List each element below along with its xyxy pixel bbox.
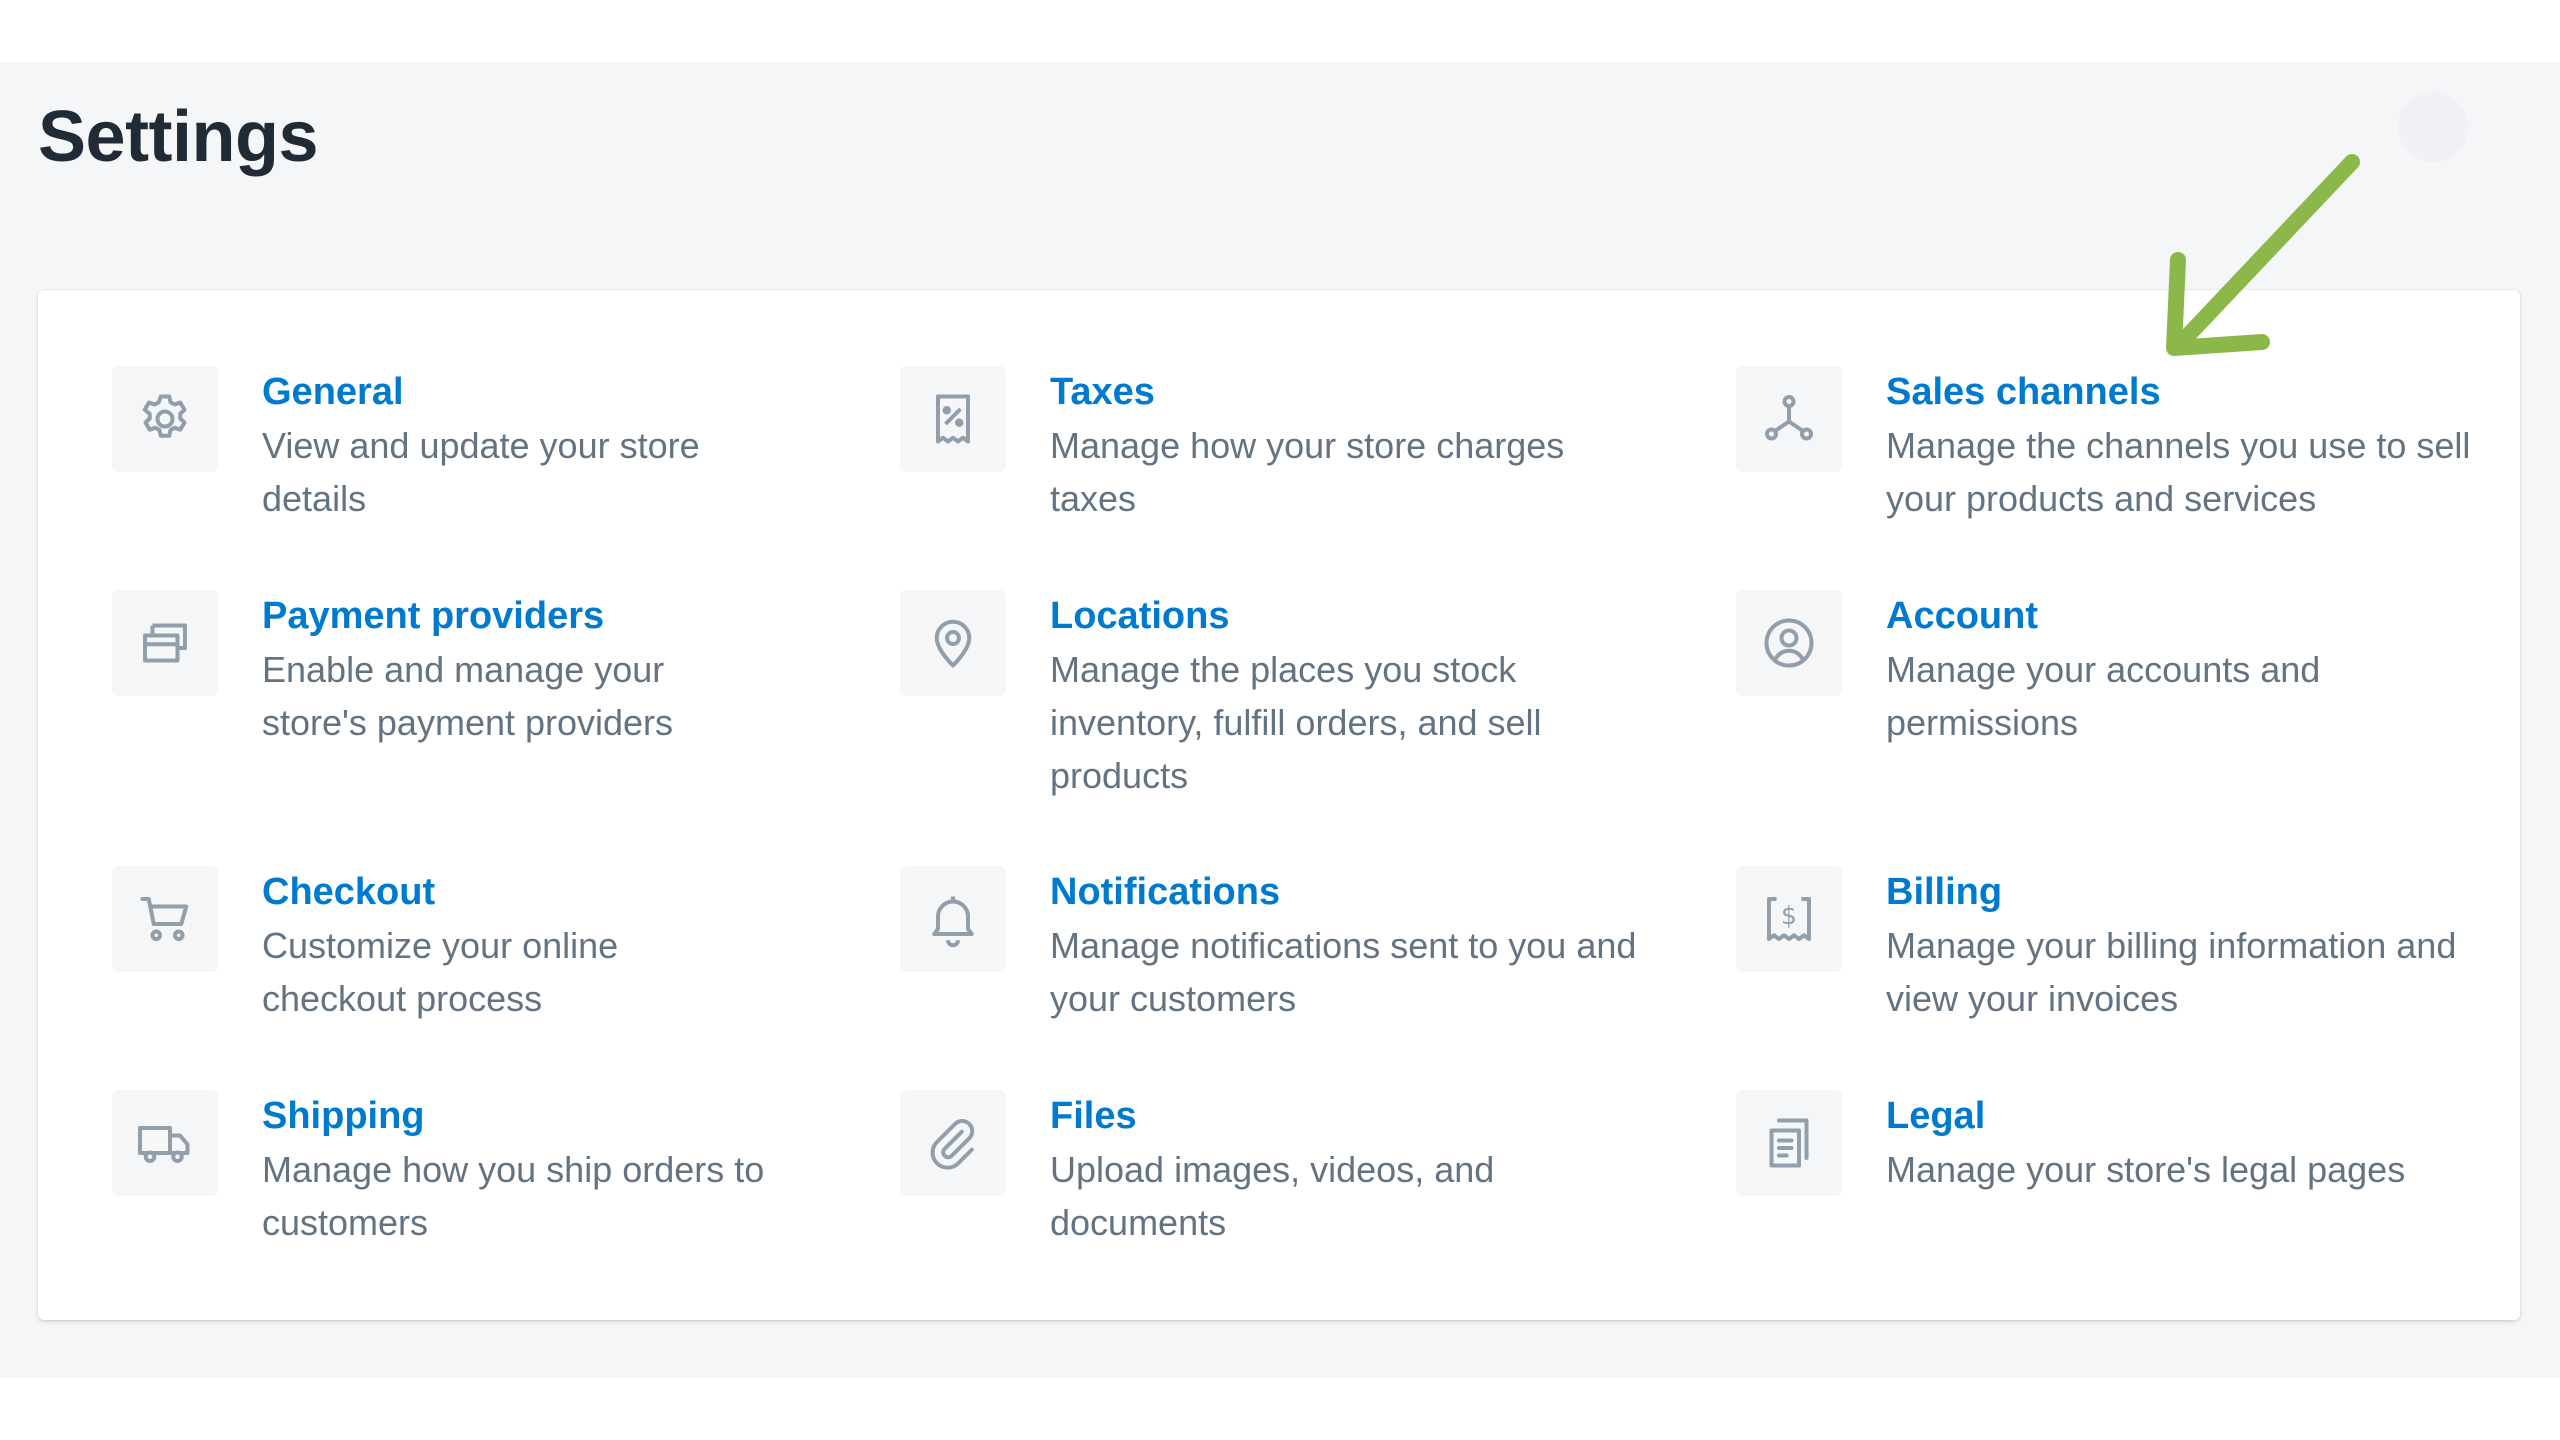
sales-channels-icon bbox=[1765, 395, 1814, 441]
settings-item-description: Manage how your store charges taxes bbox=[1050, 425, 1565, 519]
settings-item-description: View and update your store details bbox=[262, 425, 700, 519]
location-pin-icon bbox=[934, 619, 972, 668]
page-title: Settings bbox=[38, 97, 319, 177]
user-circle-icon bbox=[1764, 618, 1814, 668]
settings-item-title[interactable]: Sales channels bbox=[1886, 366, 2486, 418]
settings-item-title[interactable]: Shipping bbox=[262, 1090, 862, 1142]
avatar bbox=[2398, 92, 2468, 162]
settings-card: General View and update your store detai… bbox=[38, 290, 2520, 1320]
paperclip-icon bbox=[930, 1119, 975, 1170]
receipt-percent-icon bbox=[936, 394, 970, 444]
settings-item-description: Manage the channels you use to sell your… bbox=[1886, 425, 2471, 519]
legal-document-icon bbox=[1769, 1118, 1809, 1168]
settings-item-title[interactable]: Files bbox=[1050, 1090, 1650, 1142]
settings-item-description: Manage notifications sent to you and you… bbox=[1050, 925, 1637, 1019]
settings-item-title[interactable]: General bbox=[262, 366, 862, 418]
settings-item-description: Manage your billing information and view… bbox=[1886, 925, 2457, 1019]
settings-item-description: Customize your online checkout process bbox=[262, 925, 619, 1019]
settings-item-title[interactable]: Locations bbox=[1050, 590, 1650, 642]
settings-item-title[interactable]: Checkout bbox=[262, 866, 862, 918]
settings-item-description: Manage the places you stock inventory, f… bbox=[1050, 649, 1542, 796]
settings-item-description: Manage your accounts and permissions bbox=[1886, 649, 2321, 743]
settings-item-title[interactable]: Legal bbox=[1886, 1090, 2486, 1142]
cart-icon bbox=[140, 897, 189, 941]
annotation-arrow-shaft bbox=[2170, 154, 2360, 354]
settings-item-description: Manage your store's legal pages bbox=[1886, 1149, 2406, 1190]
svg-text:$: $ bbox=[1781, 901, 1797, 930]
annotation-arrow-icon bbox=[2166, 154, 2360, 356]
settings-item-description: Manage how you ship orders to customers bbox=[262, 1149, 765, 1243]
payment-card-icon bbox=[143, 623, 187, 663]
settings-item-description: Enable and manage your store's payment p… bbox=[262, 649, 674, 743]
settings-item-description: Upload images, videos, and documents bbox=[1050, 1149, 1495, 1243]
settings-item-title[interactable]: Account bbox=[1886, 590, 2486, 642]
bell-icon bbox=[932, 896, 974, 948]
billing-receipt-icon: $ bbox=[1767, 897, 1811, 941]
truck-icon bbox=[138, 1126, 190, 1164]
settings-item-title[interactable]: Billing bbox=[1886, 866, 2486, 918]
settings-item-title[interactable]: Taxes bbox=[1050, 366, 1650, 418]
settings-item-title[interactable]: Payment providers bbox=[262, 590, 862, 642]
gear-icon bbox=[142, 394, 187, 438]
settings-item-title[interactable]: Notifications bbox=[1050, 866, 1650, 918]
